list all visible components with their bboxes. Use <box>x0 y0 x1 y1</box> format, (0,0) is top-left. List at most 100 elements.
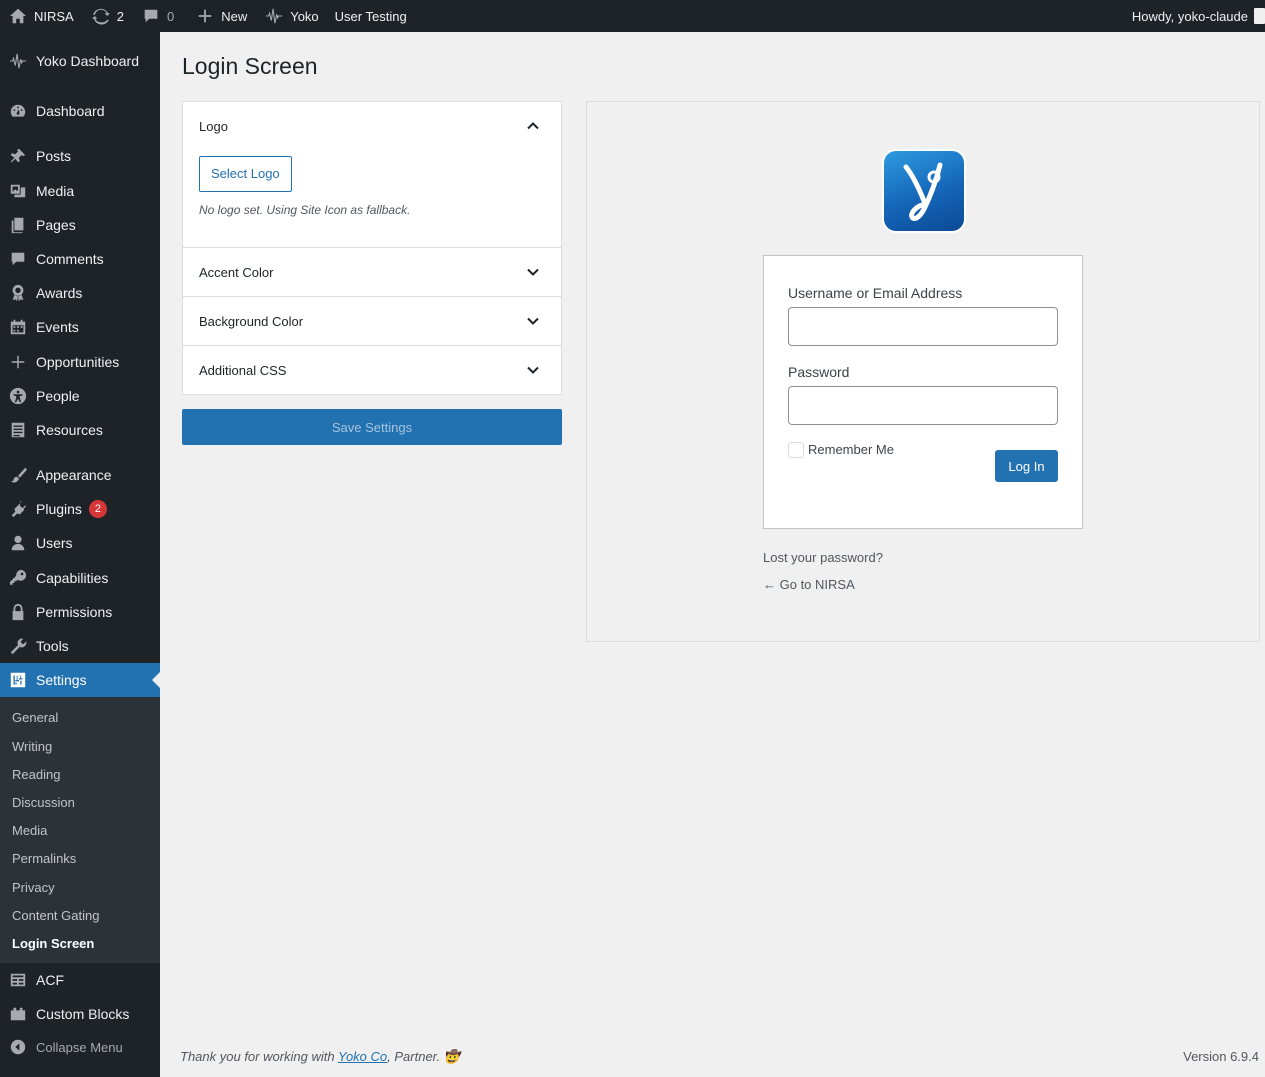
plugins-update-badge: 2 <box>88 500 107 518</box>
sidebar-item-users[interactable]: Users <box>0 526 160 560</box>
dashboard-gauge-icon <box>0 102 36 120</box>
updates-link[interactable]: 2 <box>81 0 131 32</box>
plus-icon <box>0 353 36 371</box>
yoko-logo-icon <box>903 162 943 222</box>
sidebar-item-appearance[interactable]: Appearance <box>0 458 160 492</box>
footer-thanks-suffix: , Partner. 🤠 <box>387 1049 460 1064</box>
media-icon <box>0 182 36 200</box>
comments-link[interactable]: 0 <box>131 0 181 32</box>
collapse-menu-button[interactable]: Collapse Menu <box>0 1030 160 1064</box>
yoko-link[interactable]: Yoko <box>254 0 325 32</box>
chevron-down-icon <box>521 358 545 382</box>
sidebar-item-label: Opportunities <box>36 354 120 370</box>
select-logo-button[interactable]: Select Logo <box>199 156 292 192</box>
submenu-item-general[interactable]: General <box>12 710 58 725</box>
sidebar-item-pages[interactable]: Pages <box>0 208 160 242</box>
sidebar-item-label: Posts <box>36 148 72 164</box>
sidebar-item-tools[interactable]: Tools <box>0 629 160 663</box>
sidebar-item-posts[interactable]: Posts <box>0 139 160 173</box>
submenu-item-login-screen[interactable]: Login Screen <box>12 936 94 951</box>
accessibility-person-icon <box>0 387 36 405</box>
howdy-text: Howdy, yoko-claude <box>1131 8 1248 24</box>
plug-icon <box>0 500 36 518</box>
login-preview: Username or Email Address Password Remem… <box>586 101 1260 642</box>
remember-me-checkbox[interactable] <box>788 442 804 458</box>
sidebar-item-resources[interactable]: Resources <box>0 413 160 447</box>
sidebar-item-label: Tools <box>36 638 69 654</box>
additional-css-toggle[interactable]: Additional CSS <box>183 346 561 394</box>
yoko-waveform-icon <box>0 52 36 70</box>
sidebar-item-label: Resources <box>36 422 103 438</box>
sidebar-item-permissions[interactable]: Permissions <box>0 595 160 629</box>
accent-color-toggle[interactable]: Accent Color <box>183 248 561 296</box>
comments-count: 0 <box>166 8 175 24</box>
submenu-item-discussion[interactable]: Discussion <box>12 795 75 810</box>
settings-submenu: General Writing Reading Discussion Media… <box>0 697 160 963</box>
sidebar-item-settings[interactable]: Settings <box>0 663 160 697</box>
site-name-link[interactable]: NIRSA <box>0 0 81 32</box>
logo-section-title: Logo <box>199 118 228 134</box>
new-label: New <box>221 8 248 24</box>
logo-section: Logo Select Logo No logo set. Using Site… <box>183 102 561 247</box>
sidebar-item-label: Appearance <box>36 467 112 483</box>
yoko-co-link[interactable]: Yoko Co <box>338 1049 387 1064</box>
password-input[interactable] <box>788 386 1058 425</box>
chevron-up-icon <box>521 114 545 138</box>
sidebar-item-opportunities[interactable]: Opportunities <box>0 345 160 379</box>
login-button[interactable]: Log In <box>995 450 1058 482</box>
calendar-icon <box>0 318 36 336</box>
paintbrush-icon <box>0 466 36 484</box>
logo-section-toggle[interactable]: Logo <box>183 102 561 150</box>
site-name: NIRSA <box>34 8 74 24</box>
submenu-item-privacy[interactable]: Privacy <box>12 880 55 895</box>
sidebar-item-dashboard[interactable]: Dashboard <box>0 94 160 128</box>
plus-icon <box>195 6 215 26</box>
sidebar-item-plugins[interactable]: Plugins 2 <box>0 492 160 526</box>
sidebar-item-acf[interactable]: ACF <box>0 963 160 997</box>
chevron-down-icon <box>521 260 545 284</box>
pages-icon <box>0 216 36 234</box>
submenu-item-media[interactable]: Media <box>12 823 47 838</box>
sidebar-item-people[interactable]: People <box>0 379 160 413</box>
user-testing-link[interactable]: User Testing <box>326 0 414 32</box>
submenu-item-content-gating[interactable]: Content Gating <box>12 908 99 923</box>
comment-bubble-icon <box>141 6 161 26</box>
sidebar-item-custom-blocks[interactable]: Custom Blocks <box>0 997 160 1031</box>
sidebar-item-label: Media <box>36 183 75 199</box>
background-color-toggle[interactable]: Background Color <box>183 297 561 345</box>
pushpin-icon <box>0 147 36 165</box>
yoko-label: Yoko <box>290 8 319 24</box>
submenu-item-writing[interactable]: Writing <box>12 739 52 754</box>
sidebar-item-awards[interactable]: Awards <box>0 276 160 310</box>
blocks-icon <box>0 1005 36 1023</box>
additional-css-title: Additional CSS <box>199 362 287 378</box>
login-form: Username or Email Address Password Remem… <box>763 255 1083 529</box>
sidebar-item-events[interactable]: Events <box>0 310 160 344</box>
site-logo <box>884 151 964 231</box>
save-settings-button[interactable]: Save Settings <box>182 409 562 445</box>
sidebar-item-label: Capabilities <box>36 570 109 586</box>
background-color-title: Background Color <box>199 313 304 329</box>
accent-color-title: Accent Color <box>199 264 274 280</box>
sidebar-item-label: Dashboard <box>36 103 105 119</box>
submenu-item-reading[interactable]: Reading <box>12 767 60 782</box>
go-to-site-link[interactable]: ← Go to NIRSA <box>763 577 855 592</box>
sidebar-item-label: ACF <box>36 972 64 988</box>
username-input[interactable] <box>788 307 1058 346</box>
fields-grid-icon <box>0 971 36 989</box>
settings-panel: Logo Select Logo No logo set. Using Site… <box>182 101 562 395</box>
sidebar-item-media[interactable]: Media <box>0 174 160 208</box>
my-account-link[interactable]: Howdy, yoko-claude <box>1132 0 1265 32</box>
sidebar-item-label: Yoko Dashboard <box>36 53 140 69</box>
sidebar-item-capabilities[interactable]: Capabilities <box>0 561 160 595</box>
lost-password-link[interactable]: Lost your password? <box>763 550 883 565</box>
footer-thanks-prefix: Thank you for working with <box>180 1049 338 1064</box>
avatar <box>1254 8 1265 24</box>
sidebar-item-comments[interactable]: Comments <box>0 242 160 276</box>
sidebar-item-yoko-dashboard[interactable]: Yoko Dashboard <box>0 44 160 78</box>
new-content-link[interactable]: New <box>181 0 254 32</box>
admin-bar: NIRSA 2 0 New Yoko User Testing Howdy, y… <box>0 0 1265 32</box>
comment-bubble-icon <box>0 250 36 268</box>
submenu-item-permalinks[interactable]: Permalinks <box>12 851 76 866</box>
password-label: Password <box>788 364 850 380</box>
